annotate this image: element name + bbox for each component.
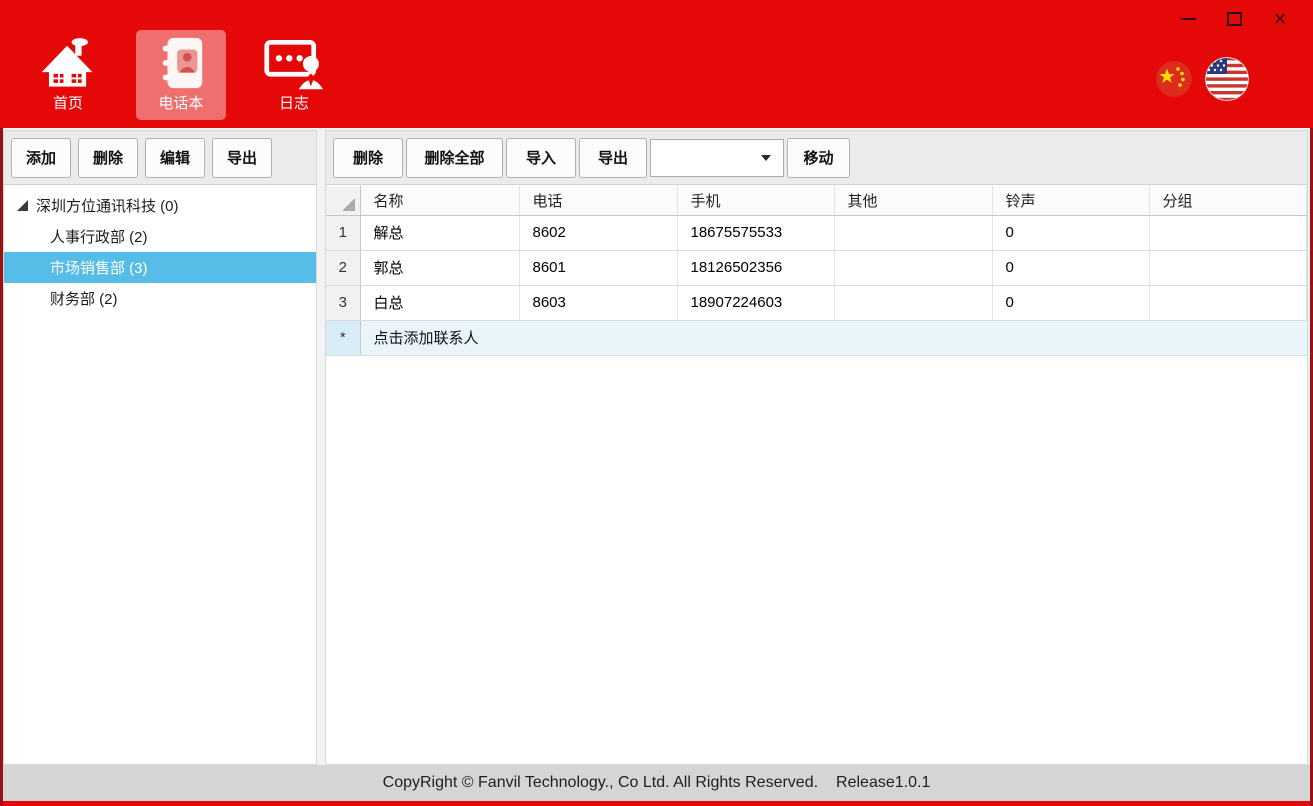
close-icon: × [1274, 8, 1287, 30]
column-header-name[interactable]: 名称 [360, 186, 519, 215]
cell-other[interactable] [834, 285, 992, 320]
language-flags [1156, 57, 1249, 101]
group-add-button[interactable]: 添加 [11, 138, 71, 178]
contact-delete-all-button[interactable]: 删除全部 [406, 138, 503, 178]
nav-item-phonebook[interactable]: 电话本 [136, 30, 226, 120]
table-row: 3 白总 8603 18907224603 0 [326, 285, 1307, 320]
group-export-button[interactable]: 导出 [212, 138, 272, 178]
app-window: 首页 电话本 [0, 0, 1313, 806]
cell-ring[interactable]: 0 [992, 215, 1149, 250]
title-bar: 首页 电话本 [0, 0, 1313, 128]
contacts-grid: 名称 电话 手机 其他 铃声 分组 1 解总 [326, 186, 1307, 764]
nav-label-logs: 日志 [279, 95, 309, 112]
tree-item-sales-dept[interactable]: 市场销售部 (3) [4, 252, 316, 283]
nav-item-home[interactable]: 首页 [23, 30, 113, 120]
logs-icon [263, 30, 325, 95]
add-contact-hint[interactable]: 点击添加联系人 [360, 320, 1307, 355]
close-button[interactable]: × [1257, 5, 1303, 33]
group-select-dropdown[interactable] [650, 139, 784, 177]
cell-name[interactable]: 白总 [360, 285, 519, 320]
column-header-phone[interactable]: 电话 [519, 186, 677, 215]
row-selector[interactable]: 2 [326, 250, 360, 285]
release-version: Release1.0.1 [836, 774, 930, 792]
cell-ring[interactable]: 0 [992, 285, 1149, 320]
corner-triangle-icon [342, 198, 355, 211]
new-row-marker: * [326, 320, 360, 355]
main-panel: 删除 删除全部 导入 导出 移动 [325, 130, 1308, 765]
cell-name[interactable]: 解总 [360, 215, 519, 250]
tree-item-hr-dept[interactable]: 人事行政部 (2) [4, 221, 316, 252]
cell-mobile[interactable]: 18126502356 [677, 250, 834, 285]
cell-mobile[interactable]: 18675575533 [677, 215, 834, 250]
column-header-mobile[interactable]: 手机 [677, 186, 834, 215]
row-selector[interactable]: 3 [326, 285, 360, 320]
cell-ring[interactable]: 0 [992, 250, 1149, 285]
phonebook-icon [154, 30, 208, 95]
window-controls: × [1165, 5, 1303, 33]
chevron-down-icon [761, 155, 771, 161]
tree-item-company[interactable]: 深圳方位通讯科技 (0) [4, 190, 316, 221]
tree-expander-icon[interactable] [17, 200, 28, 211]
add-contact-row[interactable]: * 点击添加联系人 [326, 320, 1307, 355]
table-header-row: 名称 电话 手机 其他 铃声 分组 [326, 186, 1307, 215]
maximize-icon [1227, 12, 1242, 26]
minimize-button[interactable] [1165, 5, 1211, 33]
row-selector[interactable]: 1 [326, 215, 360, 250]
column-header-ring[interactable]: 铃声 [992, 186, 1149, 215]
tree-item-label: 深圳方位通讯科技 (0) [36, 195, 179, 216]
cell-phone[interactable]: 8601 [519, 250, 677, 285]
usa-flag-icon[interactable] [1205, 57, 1249, 101]
table-row: 2 郭总 8601 18126502356 0 [326, 250, 1307, 285]
content-area: 添加 删除 编辑 导出 深圳方位通讯科技 (0) 人事行政部 (2) 市场销售部… [3, 128, 1310, 765]
contact-export-button[interactable]: 导出 [579, 138, 647, 178]
contact-move-button[interactable]: 移动 [787, 138, 850, 178]
tree-item-finance-dept[interactable]: 财务部 (2) [4, 283, 316, 314]
group-tree: 深圳方位通讯科技 (0) 人事行政部 (2) 市场销售部 (3) 财务部 (2) [4, 185, 316, 314]
contacts-toolbar: 删除 删除全部 导入 导出 移动 [326, 131, 1307, 185]
nav-item-logs[interactable]: 日志 [249, 30, 339, 120]
sidebar-panel: 添加 删除 编辑 导出 深圳方位通讯科技 (0) 人事行政部 (2) 市场销售部… [3, 130, 317, 765]
workspace: 添加 删除 编辑 导出 深圳方位通讯科技 (0) 人事行政部 (2) 市场销售部… [0, 128, 1313, 806]
sidebar-toolbar: 添加 删除 编辑 导出 [4, 131, 316, 185]
cell-phone[interactable]: 8602 [519, 215, 677, 250]
nav-label-phonebook: 电话本 [158, 95, 203, 112]
cell-name[interactable]: 郭总 [360, 250, 519, 285]
copyright-text: CopyRight © Fanvil Technology., Co Ltd. … [383, 774, 818, 792]
cell-group[interactable] [1149, 215, 1307, 250]
cell-other[interactable] [834, 215, 992, 250]
select-all-corner[interactable] [326, 186, 360, 215]
cell-other[interactable] [834, 250, 992, 285]
table-row: 1 解总 8602 18675575533 0 [326, 215, 1307, 250]
cell-group[interactable] [1149, 250, 1307, 285]
cell-group[interactable] [1149, 285, 1307, 320]
contact-import-button[interactable]: 导入 [506, 138, 576, 178]
minimize-icon [1181, 18, 1196, 20]
main-nav: 首页 电话本 [23, 30, 339, 120]
contact-delete-button[interactable]: 删除 [333, 138, 403, 178]
tree-item-label: 财务部 (2) [50, 288, 118, 309]
home-icon [39, 30, 97, 95]
cell-mobile[interactable]: 18907224603 [677, 285, 834, 320]
tree-item-label: 市场销售部 (3) [50, 257, 148, 278]
china-flag-icon[interactable] [1156, 61, 1192, 97]
nav-label-home: 首页 [53, 95, 83, 112]
tree-item-label: 人事行政部 (2) [50, 226, 148, 247]
status-bar: CopyRight © Fanvil Technology., Co Ltd. … [3, 765, 1310, 801]
group-delete-button[interactable]: 删除 [78, 138, 138, 178]
group-edit-button[interactable]: 编辑 [145, 138, 205, 178]
cell-phone[interactable]: 8603 [519, 285, 677, 320]
column-header-other[interactable]: 其他 [834, 186, 992, 215]
maximize-button[interactable] [1211, 5, 1257, 33]
column-header-group[interactable]: 分组 [1149, 186, 1307, 215]
